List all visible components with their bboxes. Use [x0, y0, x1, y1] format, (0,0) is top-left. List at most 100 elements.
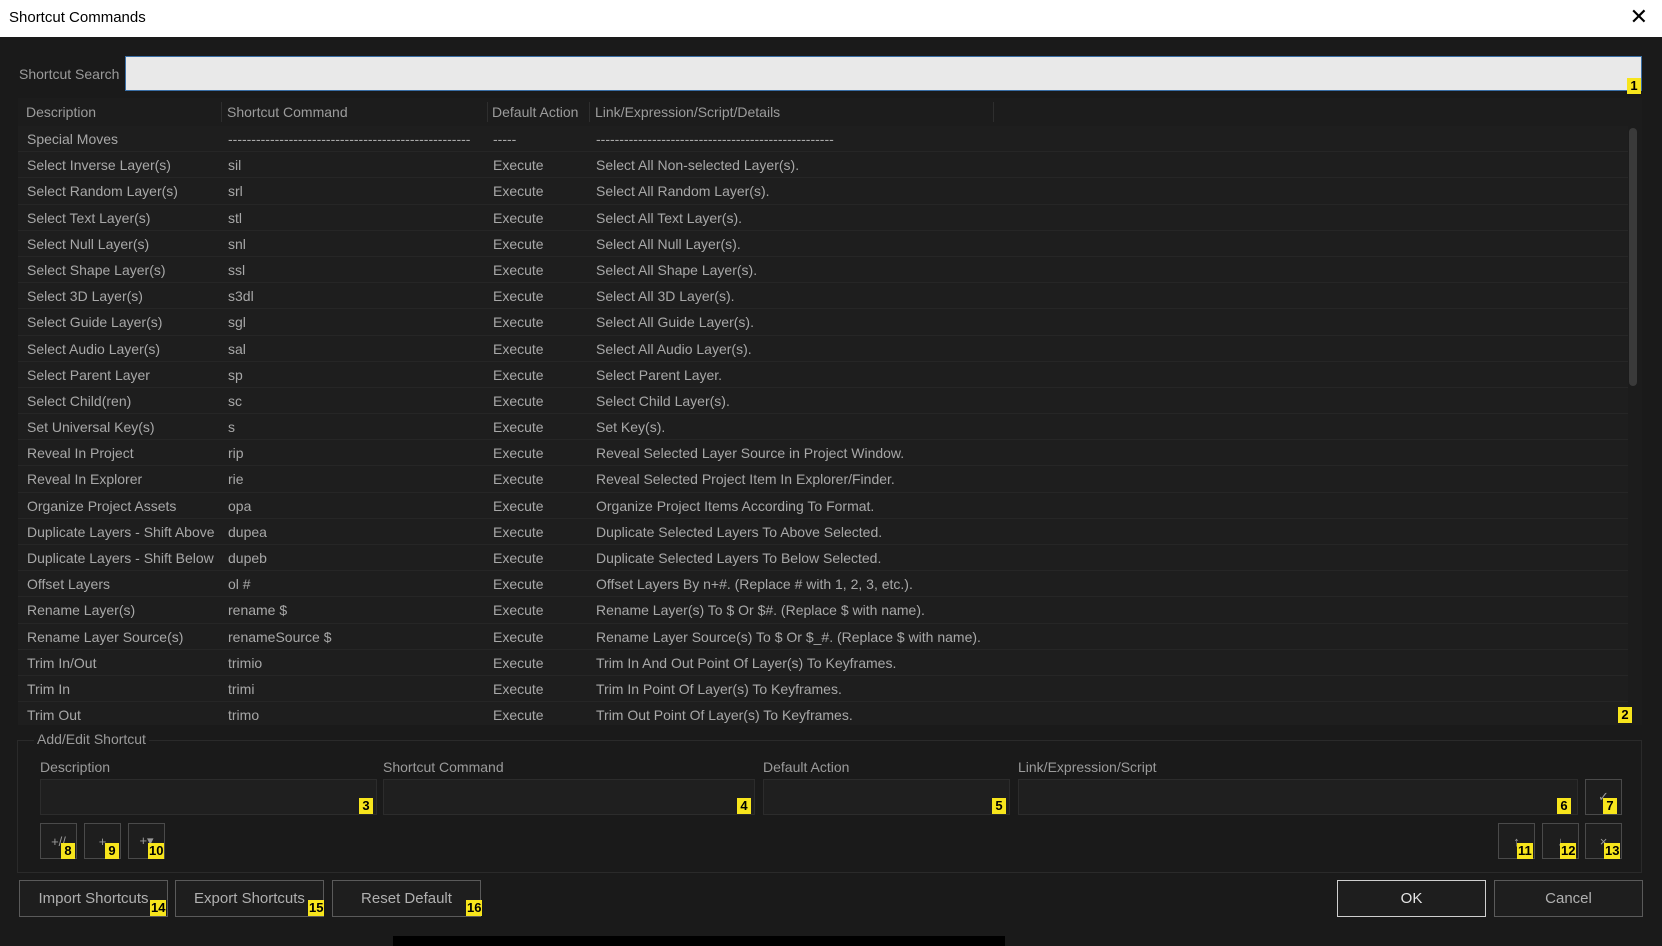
add-edit-group-label: Add/Edit Shortcut: [34, 731, 149, 747]
annotation-badge: 7: [1603, 798, 1617, 814]
table-row[interactable]: Duplicate Layers - Shift Above dupea Execu…: [18, 518, 1628, 545]
cell-shortcut-command: dupea: [228, 523, 267, 540]
cell-details: Select All Null Layer(s).: [596, 235, 741, 252]
table-row[interactable]: Reveal In Project rip Execute Reveal Select…: [18, 440, 1628, 467]
annotation-badge: 13: [1604, 843, 1621, 859]
cell-details: Select All Random Layer(s).: [596, 183, 770, 200]
table-row[interactable]: Trim In trimi Execute Trim In Point Of Laye…: [18, 675, 1628, 703]
cell-default-action: Execute: [493, 183, 544, 200]
cell-default-action: Execute: [493, 340, 544, 357]
table-row[interactable]: Select Guide Layer(s) sgl Execute Select Al…: [18, 309, 1628, 336]
table-row[interactable]: Trim Out trimo Execute Trim Out Point Of La…: [18, 702, 1628, 725]
table-row[interactable]: Select Inverse Layer(s) sil Execute Select …: [18, 152, 1628, 179]
title-bar: Shortcut Commands ✕: [0, 0, 1662, 37]
shortcut-command-field[interactable]: [383, 779, 755, 815]
cell-details: Reveal Selected Layer Source in Project …: [596, 445, 905, 462]
import-shortcuts-button[interactable]: Import Shortcuts: [19, 880, 168, 917]
cell-details: Rename Layer Source(s) To $ Or $_#. (Rep…: [596, 628, 981, 645]
cell-shortcut-command: ----------------------------------------…: [228, 131, 471, 147]
cell-default-action: Execute: [493, 209, 544, 226]
table-row[interactable]: Select Text Layer(s) stl Execute Select All…: [18, 204, 1628, 231]
cell-description: Organize Project Assets: [27, 497, 177, 514]
link-expression-script-field[interactable]: [1018, 779, 1578, 815]
cell-shortcut-command: srl: [228, 183, 243, 200]
table-row[interactable]: Set Universal Key(s) s Execute Set Key(s).: [18, 414, 1628, 441]
column-header-description[interactable]: Description: [26, 104, 96, 120]
table-row[interactable]: Select 3D Layer(s) s3dl Execute Select All …: [18, 283, 1628, 310]
cell-description: Select Child(ren): [27, 392, 132, 409]
annotation-badge: 8: [61, 843, 75, 859]
cell-shortcut-command: sil: [228, 157, 242, 174]
cell-details: Reveal Selected Project Item In Explorer…: [596, 471, 895, 488]
table-row[interactable]: Select Null Layer(s) snl Execute Select All…: [18, 230, 1628, 257]
table-row[interactable]: Offset Layers ol # Execute Offset Layers By…: [18, 571, 1628, 598]
table-row[interactable]: Special Moves ---------------------------…: [18, 126, 1628, 153]
cell-default-action: Execute: [493, 576, 544, 593]
shortcuts-table: Description Shortcut Command Default Act…: [18, 98, 1642, 725]
bottom-strip: [393, 936, 1005, 946]
ok-button[interactable]: OK: [1337, 880, 1486, 917]
column-header-details[interactable]: Link/Expression/Script/Details: [595, 104, 780, 120]
cell-description: Rename Layer Source(s): [27, 628, 184, 645]
cell-shortcut-command: trimi: [228, 680, 255, 697]
shortcut-command-label: Shortcut Command: [383, 759, 504, 775]
annotation-badge: 10: [148, 843, 165, 859]
table-row[interactable]: Select Child(ren) sc Execute Select Child L…: [18, 387, 1628, 415]
cell-default-action: Execute: [493, 419, 544, 436]
cell-default-action: Execute: [493, 523, 544, 540]
cell-description: Trim In/Out: [27, 654, 97, 671]
description-label: Description: [40, 759, 111, 775]
cell-shortcut-command: rip: [228, 445, 244, 462]
cell-shortcut-command: ssl: [228, 261, 246, 278]
export-shortcuts-button[interactable]: Export Shortcuts: [175, 880, 324, 917]
cell-shortcut-command: sp: [228, 366, 243, 383]
table-row[interactable]: Duplicate Layers - Shift Below dupeb Execu…: [18, 545, 1628, 572]
table-row[interactable]: Reveal In Explorer rie Execute Reveal Selec…: [18, 466, 1628, 493]
cell-description: Select Inverse Layer(s): [27, 157, 171, 174]
column-divider: [221, 102, 222, 122]
column-divider: [487, 102, 488, 122]
search-input[interactable]: [125, 56, 1642, 91]
table-row[interactable]: Rename Layer Source(s) renameSource $ Exec…: [18, 623, 1628, 650]
cell-shortcut-command: sc: [228, 392, 242, 409]
table-row[interactable]: Organize Project Assets opa Execute Organiz…: [18, 492, 1628, 519]
cell-default-action: Execute: [493, 602, 544, 619]
annotation-badge: 16: [466, 900, 483, 916]
cell-default-action: -----: [493, 131, 517, 147]
cell-description: Select Text Layer(s): [27, 209, 151, 226]
column-header-default-action[interactable]: Default Action: [492, 104, 578, 120]
cell-details: Duplicate Selected Layers To Above Selec…: [596, 523, 883, 540]
close-icon[interactable]: ✕: [1630, 5, 1648, 29]
column-header-shortcut-command[interactable]: Shortcut Command: [227, 104, 348, 120]
cell-description: Select Shape Layer(s): [27, 261, 166, 278]
table-row[interactable]: Trim In/Out trimio Execute Trim In And Out …: [18, 649, 1628, 676]
cell-default-action: Execute: [493, 288, 544, 305]
table-row[interactable]: Select Random Layer(s) srl Execute Select A…: [18, 178, 1628, 205]
table-row[interactable]: Select Shape Layer(s) ssl Execute Select Al…: [18, 256, 1628, 284]
cell-default-action: Execute: [493, 392, 544, 409]
scrollbar-thumb[interactable]: [1629, 128, 1637, 386]
annotation-badge: 9: [105, 843, 119, 859]
cell-description: Select Null Layer(s): [27, 235, 150, 252]
cell-shortcut-command: ol #: [228, 576, 251, 593]
cell-details: Offset Layers By n+#. (Replace # with 1,…: [596, 576, 913, 593]
cancel-button[interactable]: Cancel: [1494, 880, 1643, 917]
cell-details: Select All 3D Layer(s).: [596, 288, 735, 305]
cell-default-action: Execute: [493, 235, 544, 252]
default-action-field[interactable]: [763, 779, 1010, 815]
table-row[interactable]: Select Parent Layer sp Execute Select Paren…: [18, 361, 1628, 388]
vertical-scrollbar[interactable]: [1628, 128, 1638, 722]
reset-default-button[interactable]: Reset Default: [332, 880, 481, 917]
table-row[interactable]: Select Audio Layer(s) sal Execute Select Al…: [18, 335, 1628, 362]
cell-shortcut-command: dupeb: [228, 550, 267, 566]
search-label: Shortcut Search: [19, 66, 120, 82]
table-body: Special Moves ---------------------------…: [18, 126, 1628, 725]
cell-description: Reveal In Explorer: [27, 471, 143, 488]
description-field[interactable]: [40, 779, 377, 815]
cell-description: Special Moves: [27, 131, 119, 147]
link-expression-script-label: Link/Expression/Script: [1018, 759, 1157, 775]
cell-details: Select Child Layer(s).: [596, 392, 730, 409]
table-row[interactable]: Rename Layer(s) rename $ Execute Rename Lay…: [18, 597, 1628, 624]
cell-details: Set Key(s).: [596, 419, 666, 436]
table-header: Description Shortcut Command Default Act…: [18, 98, 1642, 126]
